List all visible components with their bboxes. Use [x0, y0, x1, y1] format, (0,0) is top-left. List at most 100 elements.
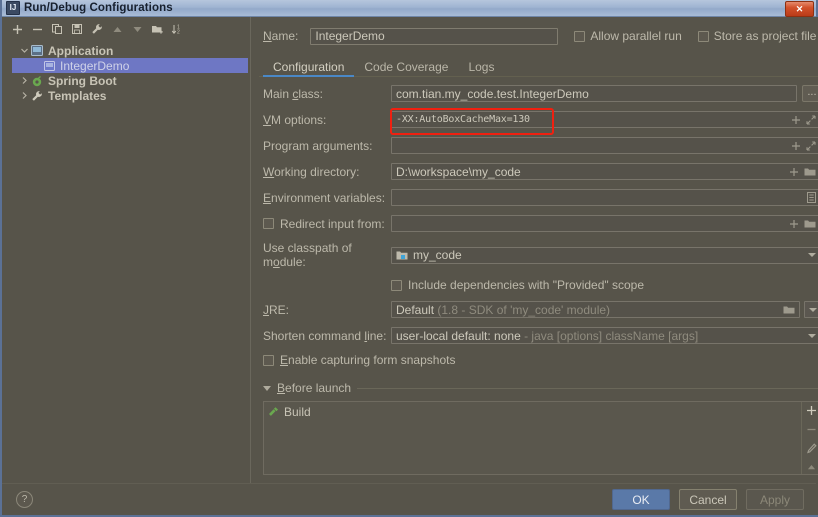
add-task-button[interactable]: [804, 404, 818, 416]
close-window-button[interactable]: ✕: [785, 1, 814, 17]
before-launch-header: Before launch: [263, 381, 818, 395]
before-launch-task-list[interactable]: Build: [264, 402, 801, 474]
editor-tabs: Configuration Code Coverage Logs: [251, 55, 818, 77]
window-title: Run/Debug Configurations: [24, 2, 173, 14]
tree-node-application[interactable]: Application: [12, 43, 248, 58]
edit-templates-wrench-icon[interactable]: [88, 21, 106, 38]
program-arguments-expand-icon[interactable]: [806, 141, 816, 151]
title-bar: IJ Run/Debug Configurations ✕: [2, 0, 816, 17]
wrench-icon: [30, 89, 44, 102]
allow-parallel-run-checkbox[interactable]: Allow parallel run: [574, 29, 681, 43]
cancel-button[interactable]: Cancel: [679, 489, 737, 510]
jre-folder-icon[interactable]: [783, 305, 795, 315]
configurations-pane: 12 Application Integer: [2, 17, 250, 515]
move-down-button[interactable]: [128, 21, 146, 38]
working-directory-label: Working directory:: [263, 165, 391, 179]
shorten-command-line-value: user-local default: none: [396, 329, 521, 343]
redirect-input-label-wrap: Redirect input from:: [263, 217, 391, 231]
jre-combo[interactable]: Default (1.8 - SDK of 'my_code' module): [391, 301, 800, 318]
name-input[interactable]: [310, 28, 558, 45]
shorten-command-line-row: Shorten command line: user-local default…: [263, 327, 818, 344]
tree-node-templates[interactable]: Templates: [12, 88, 248, 103]
chevron-right-icon[interactable]: [18, 75, 30, 87]
before-launch-side-toolbar: [801, 402, 818, 474]
tab-logs[interactable]: Logs: [458, 57, 504, 77]
tree-node-label: Spring Boot: [48, 74, 117, 88]
name-label: Name:: [263, 29, 298, 43]
main-class-value: com.tian.my_code.test.IntegerDemo: [396, 87, 792, 101]
main-class-label: Main class:: [263, 87, 391, 101]
before-launch-task-item[interactable]: Build: [267, 404, 801, 419]
redirect-input-add-icon[interactable]: [789, 219, 799, 229]
copy-configuration-button[interactable]: [48, 21, 66, 38]
working-directory-add-icon[interactable]: [789, 167, 799, 177]
redirect-input-row: Redirect input from:: [263, 215, 818, 232]
chevron-right-icon[interactable]: [18, 90, 30, 102]
add-configuration-button[interactable]: [8, 21, 26, 38]
classpath-module-combo[interactable]: my_code: [391, 247, 818, 264]
tab-code-coverage[interactable]: Code Coverage: [354, 57, 458, 77]
module-icon: [396, 250, 408, 261]
move-up-button[interactable]: [108, 21, 126, 38]
tree-node-spring-boot[interactable]: Spring Boot: [12, 73, 248, 88]
tab-configuration[interactable]: Configuration: [263, 57, 354, 77]
vm-options-row: VM options: -XX:AutoBoxCacheMax=130: [263, 111, 818, 128]
name-row: Name: Allow parallel run Store as projec…: [251, 17, 818, 49]
store-as-project-file-checkbox[interactable]: Store as project file: [698, 29, 817, 43]
edit-task-pencil-icon[interactable]: [804, 442, 818, 454]
configurations-tree[interactable]: Application IntegerDemo Spring Boot: [12, 43, 248, 515]
redirect-input-field[interactable]: [391, 215, 818, 232]
program-arguments-input[interactable]: [391, 137, 818, 154]
enable-form-snapshots-checkbox[interactable]: EEnable capturing form snapshotsnable ca…: [263, 353, 818, 367]
environment-variables-label: Environment variables:: [263, 191, 391, 205]
working-directory-input[interactable]: D:\workspace\my_code: [391, 163, 818, 180]
include-provided-scope-checkbox[interactable]: Include dependencies with "Provided" sco…: [391, 278, 818, 292]
vm-options-value: -XX:AutoBoxCacheMax=130: [396, 114, 785, 125]
move-task-up-button[interactable]: [804, 461, 818, 473]
checkbox-box: [391, 280, 402, 291]
working-directory-folder-icon[interactable]: [804, 167, 816, 177]
spring-boot-icon: [30, 74, 44, 87]
redirect-input-label: Redirect input from:: [280, 217, 385, 231]
vm-options-expand-icon[interactable]: [806, 115, 816, 125]
jre-value: Default: [396, 303, 434, 317]
save-configuration-button[interactable]: [68, 21, 86, 38]
sort-configurations-button[interactable]: 12: [168, 21, 186, 38]
jre-row: JRE: Default (1.8 - SDK of 'my_code' mod…: [263, 301, 818, 318]
apply-button[interactable]: Apply: [746, 489, 804, 510]
intellij-idea-icon: IJ: [6, 1, 20, 15]
build-hammer-icon: [267, 406, 279, 418]
jre-dropdown-button[interactable]: [804, 301, 818, 318]
main-class-input[interactable]: com.tian.my_code.test.IntegerDemo: [391, 85, 797, 102]
ok-button[interactable]: OK: [612, 489, 670, 510]
program-arguments-add-icon[interactable]: [791, 141, 801, 151]
redirect-input-checkbox[interactable]: [263, 218, 274, 229]
checkbox-box: [698, 31, 709, 42]
tree-node-label: Application: [48, 44, 113, 58]
application-icon: [30, 44, 44, 57]
redirect-input-folder-icon[interactable]: [804, 219, 816, 229]
shorten-command-line-combo[interactable]: user-local default: none - java [options…: [391, 327, 818, 344]
chevron-down-icon[interactable]: [808, 334, 816, 338]
jre-label: JRE:: [263, 303, 391, 317]
before-launch-box: Build: [263, 401, 818, 475]
main-class-browse-button[interactable]: ...: [802, 85, 818, 102]
before-launch-collapse-icon[interactable]: [263, 386, 271, 391]
new-folder-button[interactable]: [148, 21, 166, 38]
tree-node-integerdemo[interactable]: IntegerDemo: [12, 58, 248, 73]
configuration-form: Main class: com.tian.my_code.test.Intege…: [251, 77, 818, 515]
shorten-command-line-hint: - java [options] className [args]: [524, 329, 698, 343]
remove-configuration-button[interactable]: [28, 21, 46, 38]
remove-task-button[interactable]: [804, 423, 818, 435]
before-launch-task-label: Build: [284, 405, 311, 419]
vm-options-input[interactable]: -XX:AutoBoxCacheMax=130: [391, 111, 818, 128]
chevron-down-icon[interactable]: [18, 45, 30, 57]
chevron-down-icon[interactable]: [808, 253, 816, 257]
environment-variables-edit-icon[interactable]: [807, 192, 816, 203]
help-button[interactable]: ?: [16, 491, 33, 508]
vm-options-label: VM options:: [263, 113, 391, 127]
classpath-module-label: Use classpath of module:: [263, 241, 391, 269]
environment-variables-input[interactable]: [391, 189, 818, 206]
checkbox-box: [574, 31, 585, 42]
vm-options-add-icon[interactable]: [791, 115, 801, 125]
